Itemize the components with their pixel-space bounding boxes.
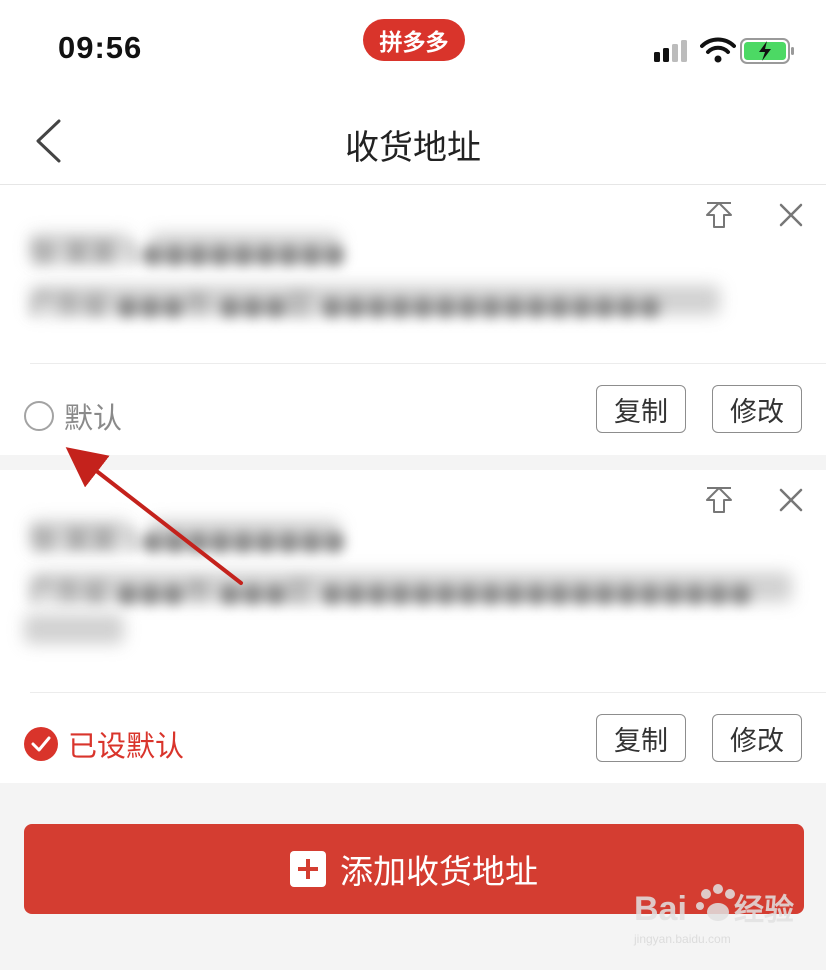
delete-icon[interactable] <box>778 487 804 513</box>
app-badge: 拼多多 <box>363 19 465 61</box>
svg-text:经验: 经验 <box>734 893 794 927</box>
add-address-label: 添加收货地址 <box>340 852 538 891</box>
radio-checked-icon[interactable] <box>24 727 58 761</box>
default-label-active: 已设默认 <box>68 729 185 763</box>
set-default-toggle[interactable]: 默认 <box>24 395 122 437</box>
status-bar: 09:56 拼多多 <box>0 0 826 98</box>
divider <box>30 692 826 693</box>
wifi-icon <box>700 37 736 63</box>
delete-icon[interactable] <box>778 202 804 228</box>
svg-text:Bai: Bai <box>634 890 687 928</box>
copy-button[interactable]: 复制 <box>596 714 686 762</box>
page-title: 收货地址 <box>345 128 481 168</box>
battery-icon <box>740 38 794 64</box>
status-time: 09:56 <box>58 30 143 65</box>
default-label: 默认 <box>64 401 123 435</box>
plus-icon <box>290 851 326 887</box>
nav-bar: 收货地址 <box>0 98 826 185</box>
set-default-toggle[interactable]: 已设默认 <box>24 723 184 765</box>
pin-to-top-icon[interactable] <box>704 201 734 231</box>
radio-unchecked-icon[interactable] <box>24 401 54 431</box>
copy-button[interactable]: 复制 <box>596 385 686 433</box>
recipient-info: 张 某某 1●●●●●●●●● <box>30 239 346 269</box>
divider <box>30 363 826 364</box>
address-card[interactable]: 张 某某 1●●●●●●●●● 广东省 ●●●市 ●●●区 ●●●●●●●●●●… <box>0 470 826 783</box>
edit-button[interactable]: 修改 <box>712 385 802 433</box>
baidu-jingyan-watermark: Bai 经验 jingyan.baidu.com <box>634 880 814 950</box>
address-text: 广东省 ●●●市 ●●●区 ●●●●●●●●●●●●●●● <box>30 291 662 321</box>
address-card[interactable]: 张 某某 1●●●●●●●●● 广东省 ●●●市 ●●●区 ●●●●●●●●●●… <box>0 185 826 455</box>
signal-icon <box>654 40 687 62</box>
edit-button[interactable]: 修改 <box>712 714 802 762</box>
checkmark-icon <box>31 736 51 752</box>
pin-to-top-icon[interactable] <box>704 486 734 516</box>
recipient-info: 张 某某 1●●●●●●●●● <box>30 526 346 556</box>
address-text: 广东省 ●●●市 ●●●区 ●●●●●●●●●●●●●●●●●●● <box>30 578 752 608</box>
baidu-paw-logo-icon: Bai 经验 <box>634 884 794 928</box>
watermark-url: jingyan.baidu.com <box>634 932 731 946</box>
